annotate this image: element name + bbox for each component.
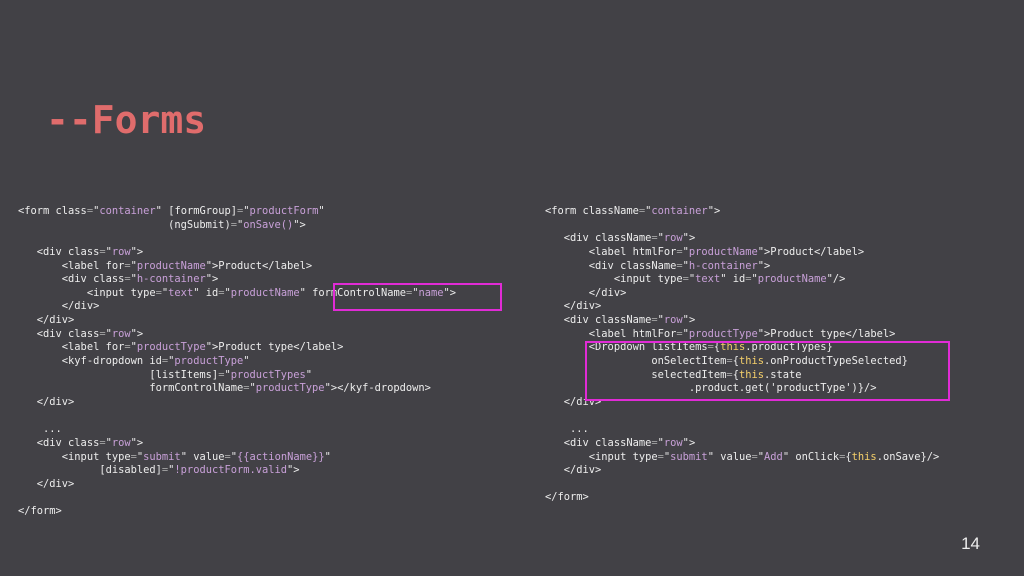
- code-line: <div className="row">: [545, 314, 696, 327]
- code-line: <label htmlFor="productName">Product</la…: [545, 245, 865, 258]
- code-line: </div>: [18, 395, 75, 408]
- highlight-box-form-control-name: [333, 283, 502, 311]
- code-line: <div className="row">: [545, 436, 696, 449]
- code-line: </div>: [18, 314, 75, 327]
- code-line: <div class="row">: [18, 245, 144, 258]
- highlight-box-dropdown-props: [585, 341, 950, 401]
- code-line: [listItems]="productTypes": [18, 368, 313, 381]
- code-line: [disabled]="!productForm.valid">: [18, 464, 300, 477]
- code-line: <form class="container" [formGroup]="pro…: [18, 205, 325, 217]
- code-line: </div>: [18, 477, 75, 490]
- code-line: </form>: [545, 491, 589, 504]
- code-line: <label for="productType">Product type</l…: [18, 341, 344, 354]
- code-line: <div class="row">: [18, 327, 144, 340]
- slide-title: --Forms: [46, 98, 207, 142]
- code-line: <div className="row">: [545, 232, 696, 245]
- code-line: <label for="productName">Product</label>: [18, 259, 313, 272]
- code-line: <input type="submit" value="{{actionName…: [18, 450, 331, 463]
- code-line: </div>: [545, 300, 602, 313]
- code-line: <div className="h-container">: [545, 259, 771, 272]
- code-line: ...: [18, 423, 62, 436]
- code-line: formControlName="productType"></kyf-drop…: [18, 382, 431, 395]
- page-number: 14: [961, 534, 980, 553]
- code-line: </div>: [545, 464, 602, 477]
- code-line: <kyf-dropdown id="productType": [18, 355, 250, 368]
- code-line: <input type="submit" value="Add" onClick…: [545, 450, 940, 463]
- angular-code-block: <form class="container" [formGroup]="pro…: [18, 205, 456, 519]
- code-line: (ngSubmit)="onSave()">: [18, 218, 306, 231]
- code-line: <input type="text" id="productName"/>: [545, 273, 846, 286]
- code-line: <label htmlFor="productType">Product typ…: [545, 327, 896, 340]
- code-line: </div>: [545, 286, 627, 299]
- code-line: <div class="row">: [18, 436, 144, 449]
- code-line: <form className="container">: [545, 205, 721, 217]
- code-line: ...: [545, 423, 589, 436]
- code-line: </form>: [18, 505, 62, 518]
